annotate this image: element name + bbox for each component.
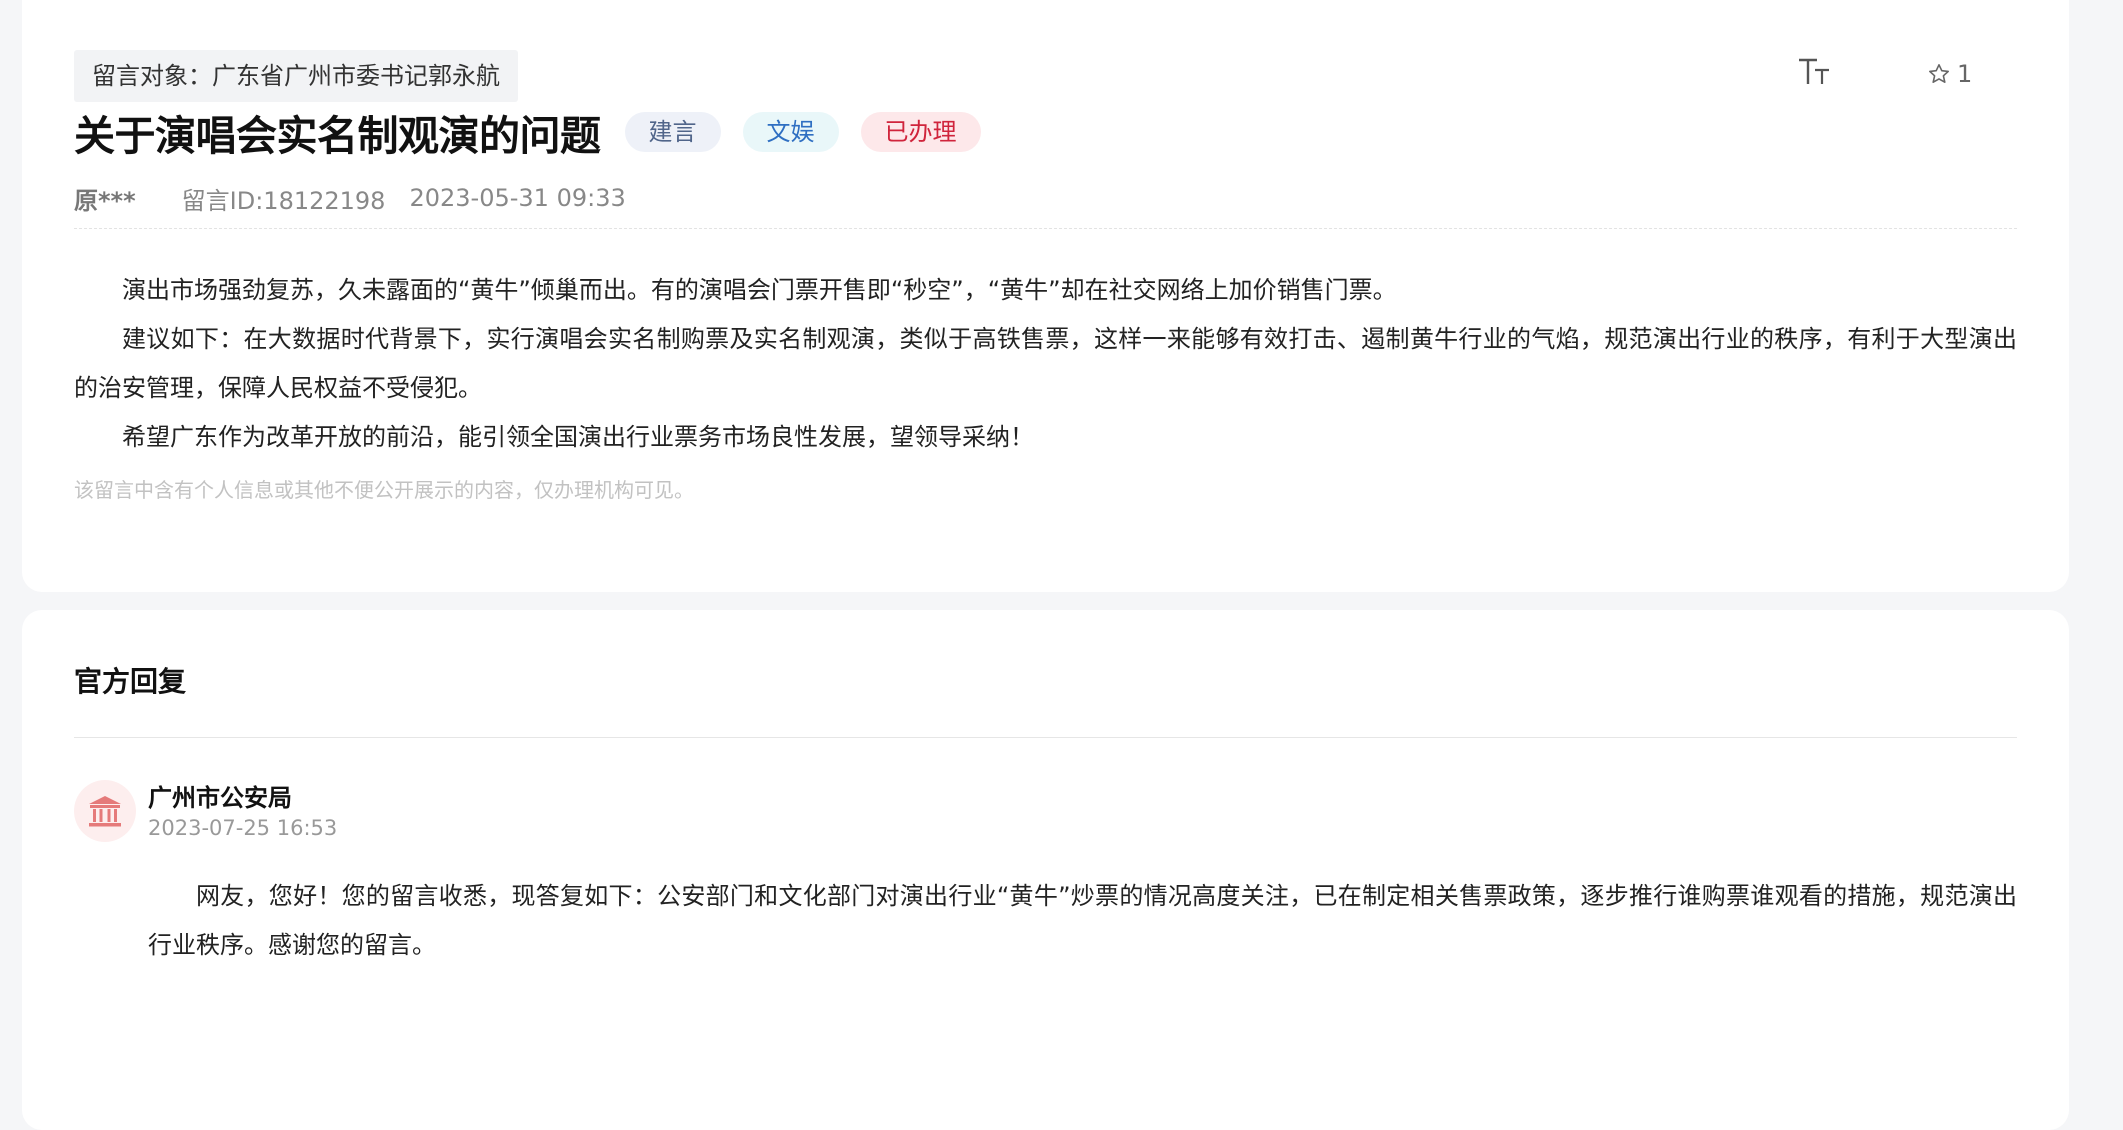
avatar [74, 780, 136, 842]
privacy-note: 该留言中含有个人信息或其他不便公开展示的内容，仅办理机构可见。 [74, 478, 694, 502]
star-icon [1929, 64, 1949, 83]
message-id: 留言ID:18122198 [181, 186, 386, 215]
font-size-icon [1799, 58, 1829, 84]
divider [74, 228, 2017, 229]
reply-datetime: 2023-07-25 16:53 [148, 816, 338, 840]
reply-org-name: 广州市公安局 [148, 784, 292, 812]
message-card: 留言对象：广东省广州市委书记郭永航 1 关于演唱会实名制观演的问题 建言 文娱 … [22, 0, 2069, 592]
page-title: 关于演唱会实名制观演的问题 [74, 112, 601, 160]
favorite-count: 1 [1957, 60, 1973, 88]
type-tag: 建言 [624, 112, 721, 152]
status-badge: 已办理 [860, 112, 981, 152]
message-paragraph: 希望广东作为改革开放的前沿，能引领全国演出行业票务市场良性发展，望领导采纳！ [122, 423, 1034, 451]
message-target-label: 留言对象：广东省广州市委书记郭永航 [74, 50, 518, 102]
message-paragraph: 演出市场强劲复苏，久未露面的“黄牛”倾巢而出。有的演唱会门票开售即“秒空”，“黄… [122, 276, 1397, 304]
message-body: 演出市场强劲复苏，久未露面的“黄牛”倾巢而出。有的演唱会门票开售即“秒空”，“黄… [74, 266, 2017, 462]
reply-heading: 官方回复 [74, 665, 187, 698]
reply-text: 网友，您好！您的留言收悉，现答复如下：公安部门和文化部门对演出行业“黄牛”炒票的… [148, 882, 2017, 959]
title-row: 关于演唱会实名制观演的问题 建言 文娱 已办理 [74, 102, 1003, 162]
author-name: 原*** [74, 186, 136, 215]
category-tag: 文娱 [742, 112, 839, 152]
message-datetime: 2023-05-31 09:33 [409, 184, 626, 212]
government-building-icon [89, 796, 121, 827]
message-meta: 原*** 留言ID:18122198 2023-05-31 09:33 [74, 178, 626, 218]
font-size-button[interactable] [1795, 52, 1835, 92]
favorite-button[interactable]: 1 [1927, 56, 1972, 92]
message-paragraph: 建议如下：在大数据时代背景下，实行演唱会实名制购票及实名制观演，类似于高铁售票，… [74, 325, 2017, 402]
official-reply-card: 官方回复 广州市公安局 2023-07-25 16:53 网友，您好！您的留言收… [22, 610, 2069, 1130]
divider [74, 737, 2017, 738]
